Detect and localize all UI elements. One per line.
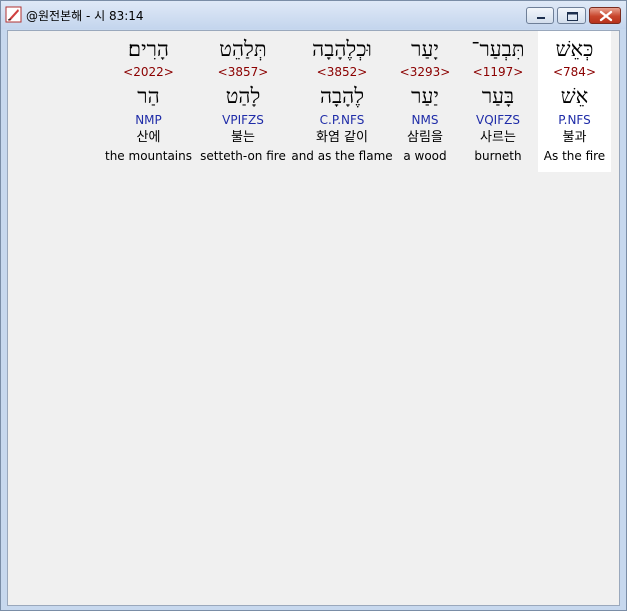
hebrew-word: תִּבְעַר־: [471, 37, 525, 61]
strong-number[interactable]: <3852>: [290, 65, 394, 79]
hebrew-word: כְּאֵשׁ: [555, 37, 594, 61]
word-column[interactable]: כְּאֵשׁ <784> אֵשׁ P.NFS 불과 As the fire: [538, 31, 611, 172]
hebrew-word: הָרִים׃: [127, 37, 169, 61]
english-gloss: setteth-on fire: [200, 149, 286, 163]
lemma-word: הַר: [137, 84, 160, 108]
morphology-code[interactable]: C.P.NFS: [290, 113, 394, 127]
morphology-code[interactable]: VPIFZS: [198, 113, 288, 127]
app-window: @원전본해 - 시 83:14 כְּאֵשׁ <784> אֵשׁ P.NFS 불과 A…: [0, 0, 627, 611]
morphology-code[interactable]: P.NFS: [538, 113, 611, 127]
morphology-code[interactable]: VQIFZS: [463, 113, 533, 127]
korean-gloss: 사르는: [480, 130, 516, 145]
lemma-word: יַעַר: [411, 84, 439, 108]
title-bar[interactable]: @원전본해 - 시 83:14: [1, 1, 626, 29]
strong-number[interactable]: <3857>: [198, 65, 288, 79]
korean-gloss: 산에: [136, 130, 161, 145]
hebrew-word: תְּלַהֵט: [219, 37, 267, 61]
verse-panel: כְּאֵשׁ <784> אֵשׁ P.NFS 불과 As the fire תִּבְע…: [7, 30, 620, 606]
strong-number[interactable]: <2022>: [101, 65, 196, 79]
strong-number[interactable]: <3293>: [390, 65, 460, 79]
strong-number[interactable]: <784>: [538, 65, 611, 79]
korean-gloss: 불는: [231, 130, 255, 145]
word-column[interactable]: הָרִים׃ <2022> הַר NMP 산에 the mountains: [101, 31, 196, 172]
close-icon: [599, 10, 613, 22]
korean-gloss: 불과: [562, 130, 587, 145]
minimize-icon: [537, 17, 545, 19]
word-column[interactable]: וּכְלֶהָבָה <3852> לֶהָבָה C.P.NFS 화염 같이 and …: [290, 31, 394, 172]
hebrew-word: וּכְלֶהָבָה: [312, 37, 372, 61]
maximize-icon: [567, 12, 578, 21]
english-gloss: burneth: [474, 149, 522, 163]
morphology-code[interactable]: NMS: [390, 113, 460, 127]
word-column[interactable]: יָעַר <3293> יַעַר NMS 삼림을 a wood: [390, 31, 460, 172]
minimize-button[interactable]: [526, 7, 554, 24]
lemma-word: לָהַט: [225, 84, 261, 108]
hebrew-word: יָעַר: [411, 37, 439, 61]
morphology-code[interactable]: NMP: [101, 113, 196, 127]
window-title: @원전본해 - 시 83:14: [26, 9, 144, 23]
lemma-word: בָּעַר: [481, 84, 515, 108]
english-gloss: a wood: [403, 149, 447, 163]
english-gloss: the mountains: [105, 149, 192, 163]
close-button[interactable]: [589, 7, 621, 24]
word-column[interactable]: תִּבְעַר־ <1197> בָּעַר VQIFZS 사르는 burneth: [463, 31, 533, 172]
english-gloss: As the fire: [543, 149, 606, 163]
lemma-word: לֶהָבָה: [319, 84, 365, 108]
strong-number[interactable]: <1197>: [463, 65, 533, 79]
word-column[interactable]: תְּלַהֵט <3857> לָהַט VPIFZS 불는 setteth-on fi…: [198, 31, 288, 172]
english-gloss: and as the flame: [291, 149, 393, 163]
feather-pen-icon[interactable]: [5, 6, 22, 23]
lemma-word: אֵשׁ: [560, 84, 589, 108]
maximize-button[interactable]: [557, 7, 586, 24]
korean-gloss: 화염 같이: [316, 130, 368, 145]
korean-gloss: 삼림을: [407, 130, 443, 145]
